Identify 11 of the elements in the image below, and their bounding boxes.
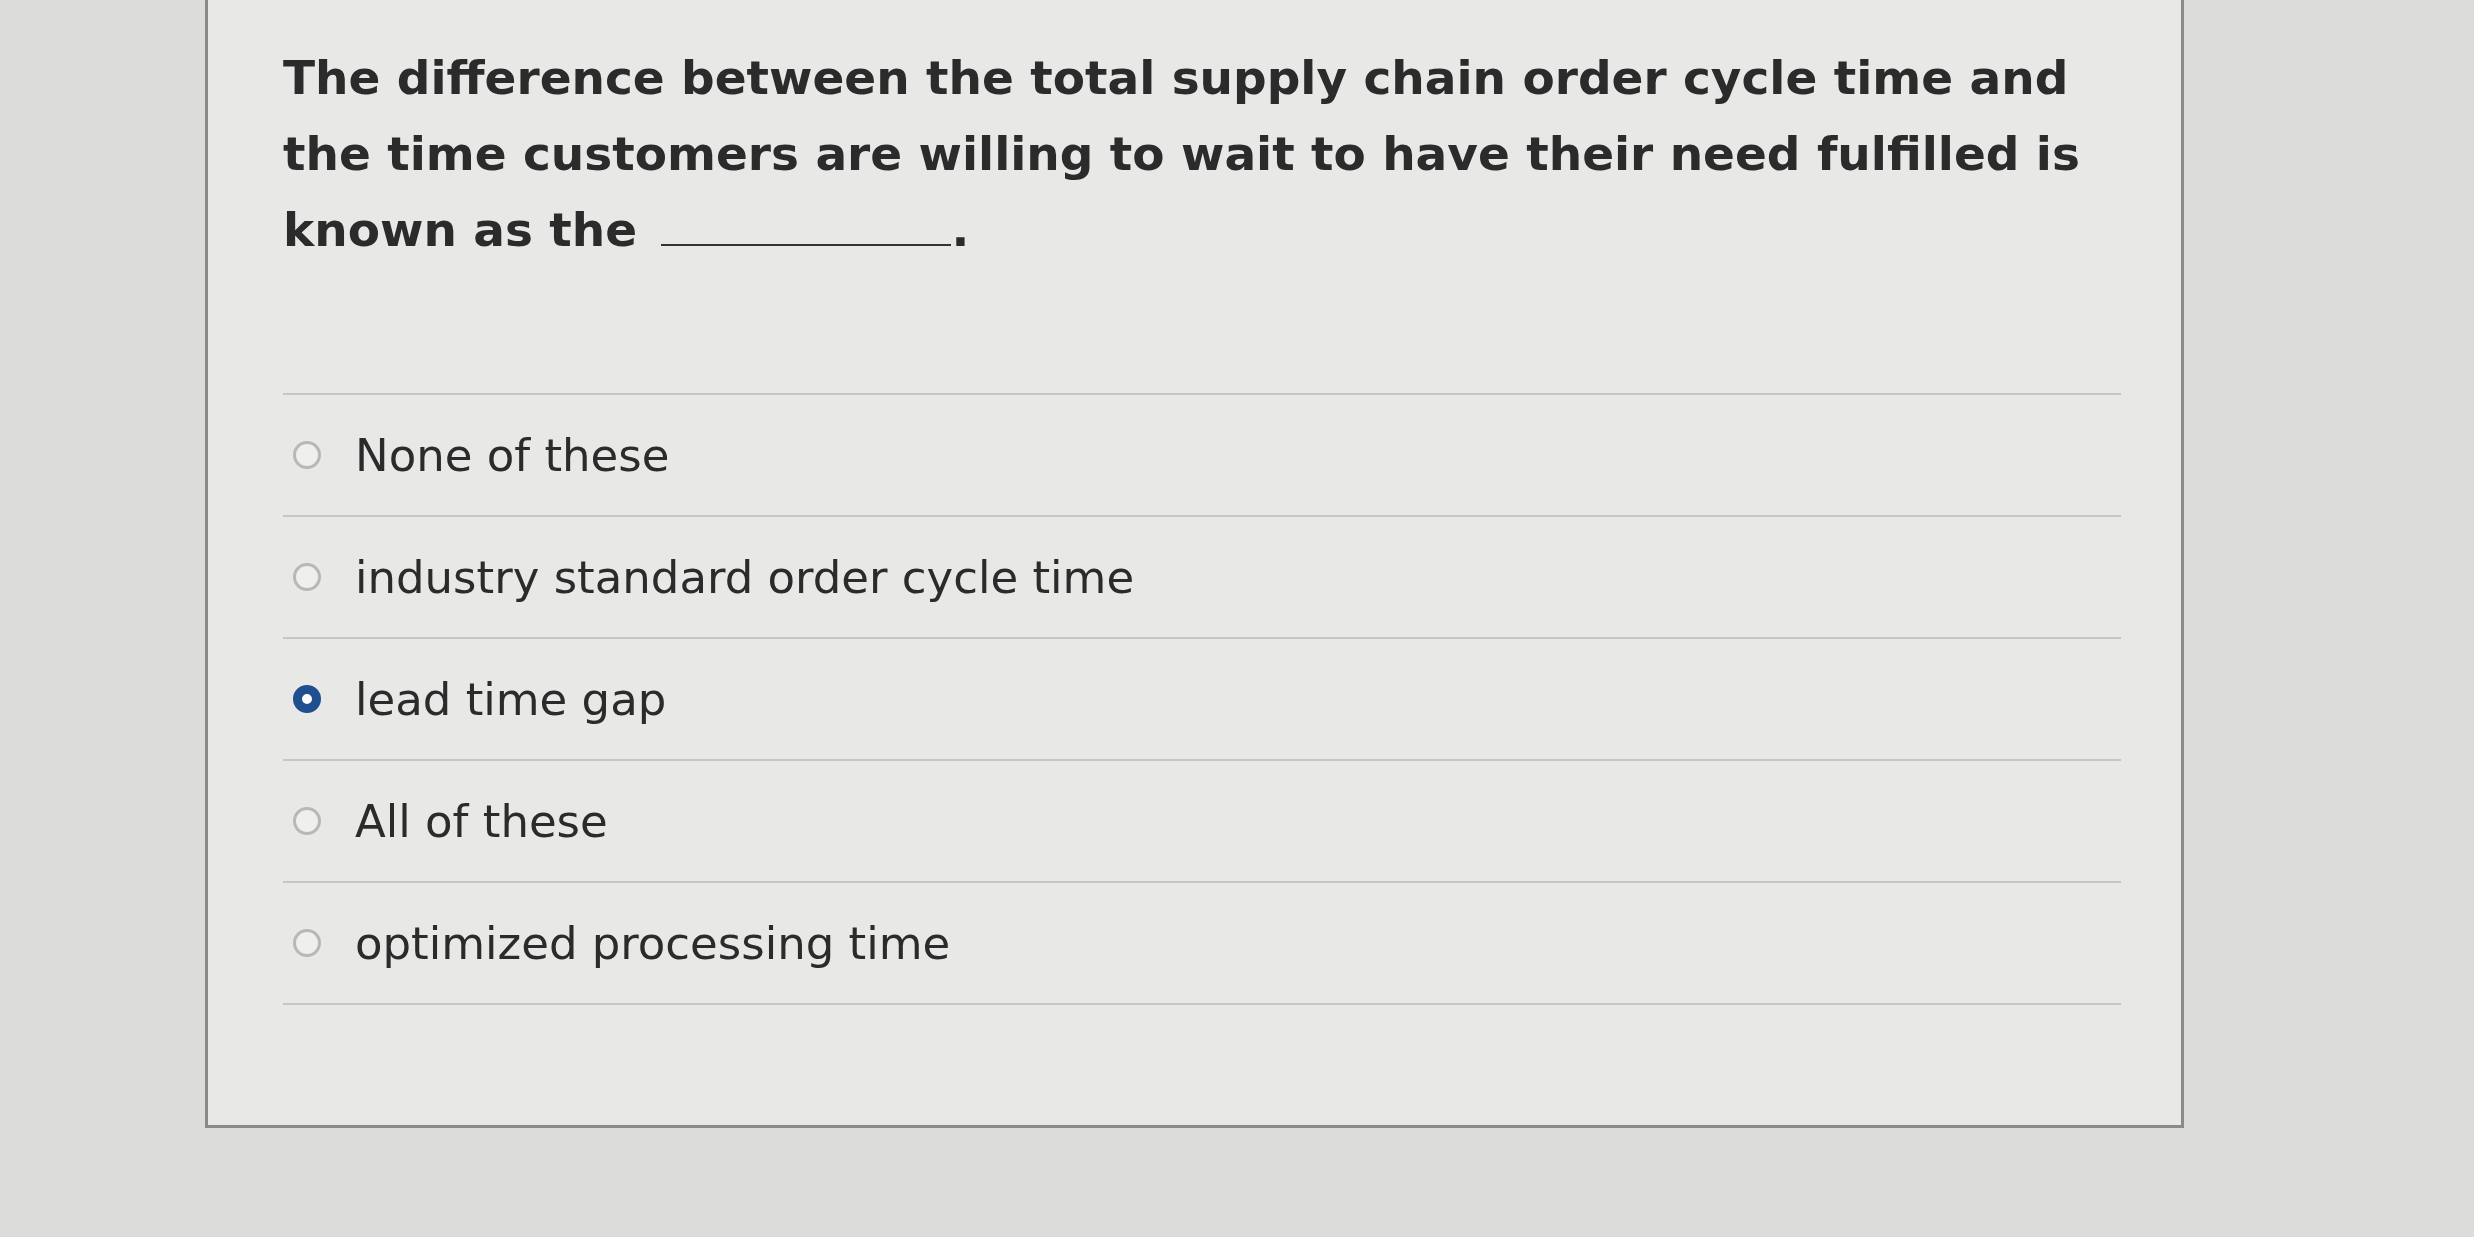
radio-button[interactable] (293, 929, 321, 957)
question-text: The difference between the total supply chain order cycle time and the time customers are willing to wait to have their need fulfilled is known as the . (283, 49, 2081, 259)
option-label[interactable]: None of these (355, 428, 670, 482)
option-label[interactable]: optimized processing time (355, 916, 951, 970)
radio-button[interactable] (293, 685, 321, 713)
option-label[interactable]: lead time gap (355, 672, 667, 726)
radio-button[interactable] (293, 441, 321, 469)
radio-button[interactable] (293, 563, 321, 591)
option-label[interactable]: All of these (355, 794, 608, 848)
radio-button[interactable] (293, 807, 321, 835)
option-label[interactable]: industry standard order cycle time (355, 550, 1135, 604)
